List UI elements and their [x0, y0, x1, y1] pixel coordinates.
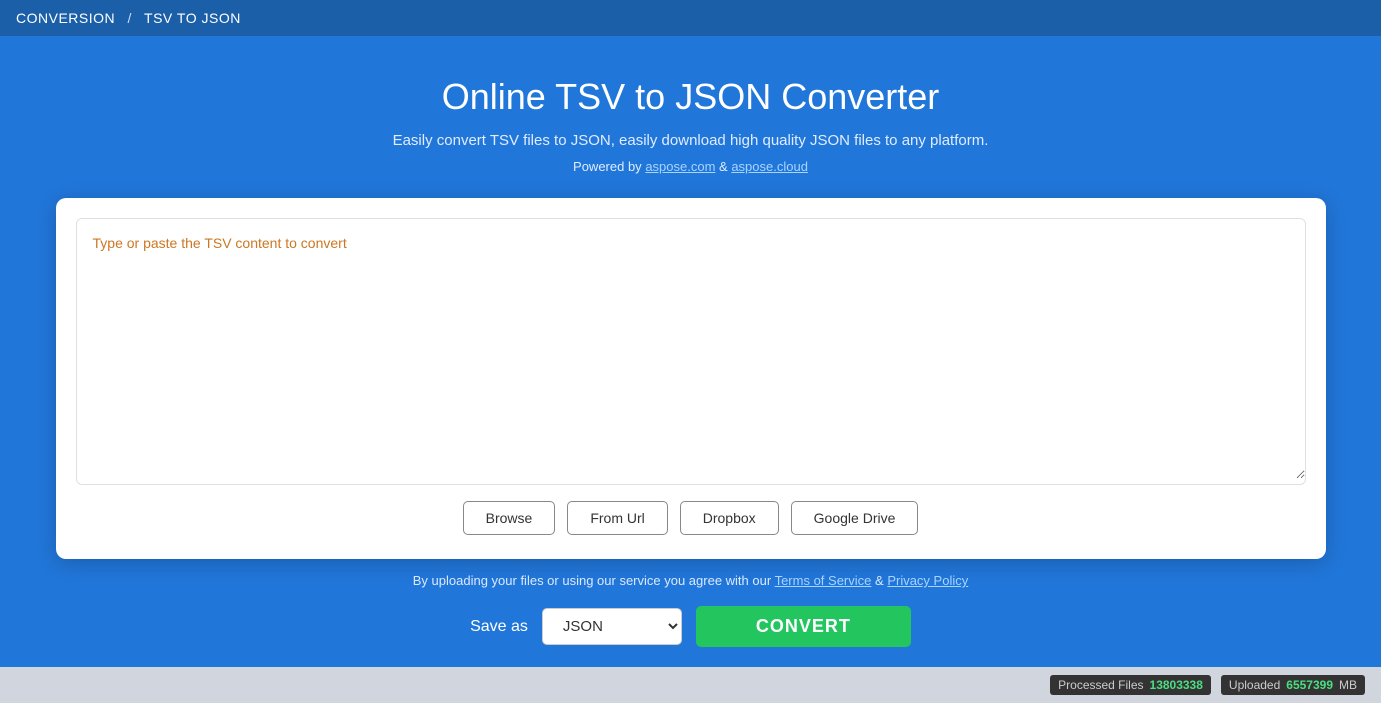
terms-amp: & — [875, 573, 887, 588]
page-title: Online TSV to JSON Converter — [442, 76, 940, 118]
terms-bar: By uploading your files or using our ser… — [413, 573, 968, 588]
breadcrumb-current: TSV TO JSON — [144, 10, 241, 26]
uploaded-label: Uploaded — [1229, 678, 1280, 692]
page-subtitle: Easily convert TSV files to JSON, easily… — [393, 132, 989, 149]
aspose-com-link[interactable]: aspose.com — [645, 159, 715, 174]
terms-of-service-link[interactable]: Terms of Service — [775, 573, 872, 588]
format-select[interactable]: JSON CSV XML XLSX — [542, 608, 682, 645]
main-content: Online TSV to JSON Converter Easily conv… — [0, 36, 1381, 667]
from-url-button[interactable]: From Url — [567, 501, 667, 535]
powered-by-ampersand: & — [719, 159, 728, 174]
uploaded-badge: Uploaded 6557399 MB — [1221, 675, 1365, 695]
tsv-input-textarea[interactable] — [77, 219, 1305, 479]
processed-files-label: Processed Files — [1058, 678, 1143, 692]
footer-bar: Processed Files 13803338 Uploaded 655739… — [0, 667, 1381, 703]
aspose-cloud-link[interactable]: aspose.cloud — [731, 159, 808, 174]
converter-card: Browse From Url Dropbox Google Drive — [56, 198, 1326, 559]
breadcrumb-conversion-link[interactable]: CONVERSION — [16, 10, 115, 26]
powered-by-prefix: Powered by — [573, 159, 642, 174]
browse-button[interactable]: Browse — [463, 501, 556, 535]
convert-button[interactable]: CONVERT — [696, 606, 911, 647]
processed-files-badge: Processed Files 13803338 — [1050, 675, 1211, 695]
terms-prefix: By uploading your files or using our ser… — [413, 573, 771, 588]
breadcrumb: CONVERSION / TSV TO JSON — [16, 10, 241, 26]
powered-by-text: Powered by aspose.com & aspose.cloud — [573, 159, 808, 174]
uploaded-value: 6557399 — [1286, 678, 1333, 692]
processed-files-value: 13803338 — [1150, 678, 1203, 692]
google-drive-button[interactable]: Google Drive — [791, 501, 919, 535]
breadcrumb-separator: / — [128, 10, 132, 26]
save-as-label: Save as — [470, 618, 528, 636]
uploaded-unit: MB — [1339, 678, 1357, 692]
privacy-policy-link[interactable]: Privacy Policy — [887, 573, 968, 588]
textarea-wrapper — [76, 218, 1306, 485]
dropbox-button[interactable]: Dropbox — [680, 501, 779, 535]
upload-buttons-row: Browse From Url Dropbox Google Drive — [76, 501, 1306, 535]
save-convert-row: Save as JSON CSV XML XLSX CONVERT — [470, 606, 911, 647]
top-nav: CONVERSION / TSV TO JSON — [0, 0, 1381, 36]
